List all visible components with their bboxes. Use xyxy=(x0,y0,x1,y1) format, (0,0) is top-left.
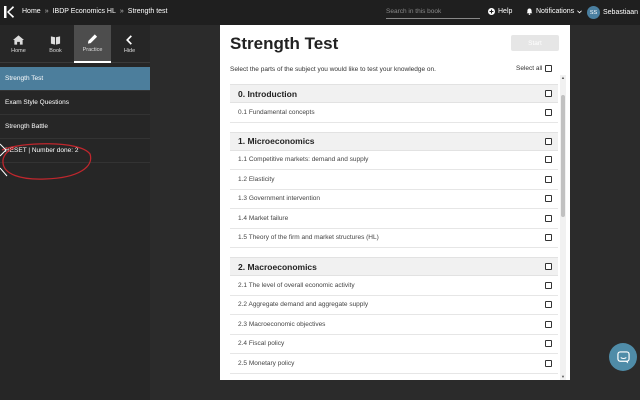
nav-hide[interactable]: Hide xyxy=(111,25,148,63)
section-header: 2. Macroeconomics xyxy=(230,257,558,276)
chat-icon xyxy=(616,350,630,364)
list-item: 2.2 Aggregate demand and aggregate suppl… xyxy=(230,296,558,315)
topic-label: 2.2 Aggregate demand and aggregate suppl… xyxy=(238,301,369,309)
topic-label: 1.4 Market failure xyxy=(238,214,289,222)
topic-label: 1.3 Government intervention xyxy=(238,195,321,203)
chat-button[interactable] xyxy=(609,343,637,371)
breadcrumb-book[interactable]: IBDP Economics HL xyxy=(53,8,116,15)
sidebar-item-strength-battle[interactable]: Strength Battle xyxy=(0,115,150,139)
nav-hide-label: Hide xyxy=(123,47,136,54)
list-item: 1.1 Competitive markets: demand and supp… xyxy=(230,151,558,170)
list-item: 1.3 Government intervention xyxy=(230,190,558,209)
section-header: 0. Introduction xyxy=(230,84,558,103)
topic-checkbox[interactable] xyxy=(545,214,552,222)
bell-icon xyxy=(526,8,533,15)
list-item: 1.4 Market failure xyxy=(230,209,558,229)
topic-label: 1.1 Competitive markets: demand and supp… xyxy=(238,156,369,164)
section-checkbox[interactable] xyxy=(545,263,552,270)
select-all-label: Select all xyxy=(516,65,543,72)
intro-text: Select the parts of the subject you woul… xyxy=(230,66,436,73)
nav-practice-label: Practice xyxy=(82,46,103,53)
topic-list: 0. Introduction 0.1 Fundamental concepts… xyxy=(230,84,558,374)
avatar: SS xyxy=(587,6,600,19)
pencil-icon xyxy=(87,33,98,44)
help-button[interactable]: Help xyxy=(488,8,512,15)
breadcrumb-current: Strength test xyxy=(127,8,168,15)
section-checkbox[interactable] xyxy=(545,90,552,97)
section-checkbox[interactable] xyxy=(545,137,552,145)
topic-checkbox[interactable] xyxy=(545,320,552,328)
book-icon xyxy=(50,35,61,45)
top-bar: Home » IBDP Economics HL » Strength test… xyxy=(0,0,640,25)
topic-checkbox[interactable] xyxy=(545,234,552,242)
notifications-label: Notifications xyxy=(536,8,575,15)
topic-checkbox[interactable] xyxy=(545,301,552,309)
section-title: 2. Macroeconomics xyxy=(238,261,317,272)
topic-label: 0.1 Fundamental concepts xyxy=(238,108,315,116)
section-title: 1. Microeconomics xyxy=(238,136,315,146)
topic-label: 2.4 Fiscal policy xyxy=(238,340,285,348)
topic-label: 2.5 Monetary policy xyxy=(238,359,295,367)
sidebar: Home Book Practice Hide Strength Test Ex… xyxy=(0,25,150,400)
scroll-down-arrow-icon[interactable]: ▼ xyxy=(560,374,566,380)
section-header: 1. Microeconomics xyxy=(230,131,558,151)
topic-checkbox[interactable] xyxy=(545,175,552,183)
home-icon xyxy=(13,34,24,45)
list-item: 2.5 Monetary policy xyxy=(230,354,558,374)
chevron-left-icon xyxy=(126,34,132,45)
search-input[interactable]: Search in this book xyxy=(386,7,480,19)
notifications-button[interactable]: Notifications xyxy=(526,8,583,15)
nav-book[interactable]: Book xyxy=(37,25,74,63)
select-all-checkbox[interactable] xyxy=(545,65,553,72)
user-menu[interactable]: SS Sebastiaan xyxy=(587,6,640,19)
user-name: Sebastiaan xyxy=(603,9,639,16)
sidebar-item-strength-test[interactable]: Strength Test xyxy=(0,67,150,91)
page-title: Strength Test xyxy=(230,34,339,53)
topic-label: 2.1 The level of overall economic activi… xyxy=(238,281,355,289)
topic-checkbox[interactable] xyxy=(545,340,552,348)
list-item: 1.2 Elasticity xyxy=(230,170,558,190)
nav-book-label: Book xyxy=(49,47,62,54)
nav-practice[interactable]: Practice xyxy=(74,25,111,63)
topic-label: 2.3 Macroeconomic objectives xyxy=(238,320,326,328)
list-item: 2.1 The level of overall economic activi… xyxy=(230,276,558,296)
start-button[interactable]: Start xyxy=(511,35,559,51)
breadcrumb-home[interactable]: Home xyxy=(22,8,41,15)
sidebar-nav: Home Book Practice Hide xyxy=(0,25,150,63)
scrollbar-thumb[interactable] xyxy=(561,95,565,217)
list-item: 2.4 Fiscal policy xyxy=(230,335,558,354)
topic-checkbox[interactable] xyxy=(545,195,552,203)
topic-checkbox[interactable] xyxy=(545,359,552,367)
help-label: Help xyxy=(498,8,513,15)
scroll-up-arrow-icon[interactable]: ▲ xyxy=(560,75,566,81)
breadcrumb: Home » IBDP Economics HL » Strength test xyxy=(22,8,168,15)
topic-checkbox[interactable] xyxy=(545,108,552,116)
list-item: 0.1 Fundamental concepts xyxy=(230,103,558,123)
plus-circle-icon xyxy=(488,8,495,15)
topic-checkbox[interactable] xyxy=(545,156,552,164)
topic-checkbox[interactable] xyxy=(545,281,552,289)
breadcrumb-separator: » xyxy=(119,8,124,15)
select-all[interactable]: Select all xyxy=(516,65,553,72)
list-item: 2.3 Macroeconomic objectives xyxy=(230,315,558,335)
list-item: 1.5 Theory of the firm and market struct… xyxy=(230,229,558,248)
topic-label: 1.5 Theory of the firm and market struct… xyxy=(238,234,379,242)
main-content: Strength Test Start Select the parts of … xyxy=(150,25,640,400)
app-logo-icon[interactable] xyxy=(4,6,14,18)
nav-home[interactable]: Home xyxy=(0,25,37,63)
strength-test-panel: Strength Test Start Select the parts of … xyxy=(220,25,570,380)
chevron-down-icon xyxy=(577,9,583,13)
nav-home-label: Home xyxy=(11,47,26,54)
sidebar-item-exam-style-questions[interactable]: Exam Style Questions xyxy=(0,91,150,115)
topic-label: 1.2 Elasticity xyxy=(238,175,275,183)
scrollbar[interactable]: ▲ ▼ xyxy=(560,75,566,380)
breadcrumb-separator: » xyxy=(44,8,49,15)
section-title: 0. Introduction xyxy=(238,88,298,99)
annotation-circle xyxy=(0,143,92,180)
